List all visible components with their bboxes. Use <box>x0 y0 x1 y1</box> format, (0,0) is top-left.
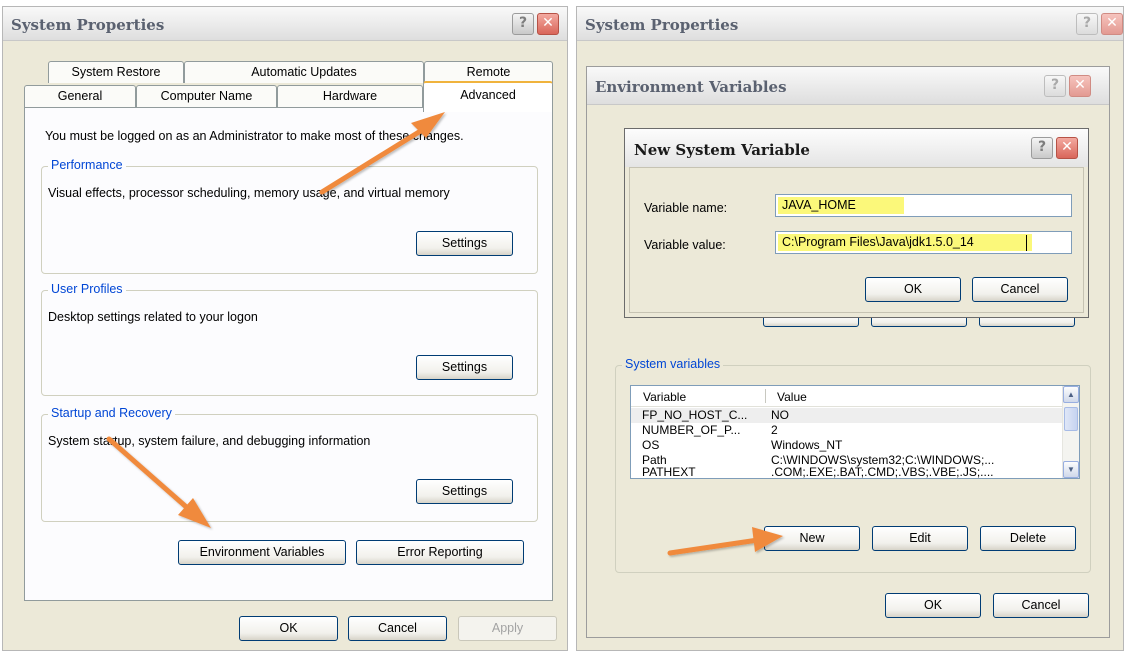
column-divider <box>765 389 766 403</box>
system-properties-window: System Properties ? ✕ System Restore Aut… <box>2 6 568 651</box>
startup-recovery-group: Startup and Recovery System startup, sys… <box>41 406 538 522</box>
list-item[interactable]: PATHEXT .COM;.EXE;.BAT;.CMD;.VBS;.VBE;.J… <box>631 467 1062 478</box>
close-icon[interactable]: ✕ <box>1101 13 1123 35</box>
ok-button[interactable]: OK <box>239 616 338 641</box>
title-bar-bg: System Properties ? ✕ <box>577 7 1123 41</box>
new-var-title-bar: New System Variable ? ✕ <box>625 129 1088 167</box>
tab-system-restore[interactable]: System Restore <box>48 61 184 83</box>
system-variables-label: System variables <box>622 357 724 371</box>
vertical-scrollbar[interactable]: ▲ ▼ <box>1062 386 1079 478</box>
startup-recovery-settings-button[interactable]: Settings <box>416 479 513 504</box>
error-reporting-button[interactable]: Error Reporting <box>356 540 524 565</box>
tab-hardware[interactable]: Hardware <box>277 85 423 107</box>
environment-variables-button[interactable]: Environment Variables <box>178 540 346 565</box>
variable-name-value: JAVA_HOME <box>778 197 904 214</box>
list-item[interactable]: FP_NO_HOST_C... NO <box>631 408 1062 423</box>
performance-settings-button[interactable]: Settings <box>416 231 513 256</box>
system-variables-group: System variables Variable Value FP_NO_HO… <box>615 357 1091 573</box>
new-var-dialog-title: New System Variable <box>634 141 810 159</box>
help-icon[interactable]: ? <box>1031 137 1053 159</box>
list-header: Variable Value <box>631 386 1062 407</box>
list-item[interactable]: OS Windows_NT <box>631 438 1062 453</box>
env-dialog-title: Environment Variables <box>595 78 787 96</box>
new-var-cancel-button[interactable]: Cancel <box>972 277 1068 302</box>
advanced-tab-panel: You must be logged on as an Administrato… <box>24 107 553 601</box>
cancel-button[interactable]: Cancel <box>348 616 447 641</box>
apply-button[interactable]: Apply <box>458 616 557 641</box>
tab-general[interactable]: General <box>24 85 136 107</box>
env-ok-button[interactable]: OK <box>885 593 981 618</box>
user-profiles-group: User Profiles Desktop settings related t… <box>41 282 538 396</box>
tab-remote[interactable]: Remote <box>424 61 553 83</box>
tab-advanced[interactable]: Advanced <box>423 81 553 112</box>
list-item[interactable]: Path C:\WINDOWS\system32;C:\WINDOWS;... <box>631 453 1062 468</box>
close-icon[interactable]: ✕ <box>1056 137 1078 159</box>
user-profiles-description: Desktop settings related to your logon <box>48 310 258 324</box>
scroll-thumb[interactable] <box>1064 407 1078 431</box>
tab-automatic-updates[interactable]: Automatic Updates <box>184 61 424 83</box>
env-title-bar: Environment Variables ? ✕ <box>587 67 1109 105</box>
close-icon[interactable]: ✕ <box>537 13 559 35</box>
new-variable-button[interactable]: New <box>764 526 860 551</box>
performance-description: Visual effects, processor scheduling, me… <box>48 186 450 200</box>
window-title-bg: System Properties <box>585 16 739 34</box>
performance-group: Performance Visual effects, processor sc… <box>41 158 538 274</box>
variable-name-field[interactable]: JAVA_HOME <box>775 194 1072 217</box>
column-value[interactable]: Value <box>777 390 807 404</box>
new-var-ok-button[interactable]: OK <box>865 277 961 302</box>
column-variable[interactable]: Variable <box>643 390 686 404</box>
user-profiles-label: User Profiles <box>48 282 126 296</box>
delete-variable-button[interactable]: Delete <box>980 526 1076 551</box>
tab-computer-name[interactable]: Computer Name <box>136 85 277 107</box>
help-icon[interactable]: ? <box>1044 75 1066 97</box>
close-icon[interactable]: ✕ <box>1069 75 1091 97</box>
variable-value-label: Variable value: <box>644 238 726 252</box>
variable-name-label: Variable name: <box>644 201 728 215</box>
list-item[interactable]: NUMBER_OF_P... 2 <box>631 423 1062 438</box>
help-icon[interactable]: ? <box>512 13 534 35</box>
title-bar: System Properties ? ✕ <box>3 7 567 41</box>
help-icon[interactable]: ? <box>1076 13 1098 35</box>
system-variables-list[interactable]: Variable Value FP_NO_HOST_C... NO NUMBER… <box>630 385 1080 479</box>
variable-value-value: C:\Program Files\Java\jdk1.5.0_14 <box>778 234 1032 251</box>
admin-notice: You must be logged on as an Administrato… <box>45 129 464 143</box>
scroll-down-icon[interactable]: ▼ <box>1063 461 1079 478</box>
variable-value-field[interactable]: C:\Program Files\Java\jdk1.5.0_14 <box>775 231 1072 254</box>
startup-recovery-description: System startup, system failure, and debu… <box>48 434 371 448</box>
env-cancel-button[interactable]: Cancel <box>993 593 1089 618</box>
startup-recovery-label: Startup and Recovery <box>48 406 175 420</box>
scroll-up-icon[interactable]: ▲ <box>1063 386 1079 403</box>
user-profiles-settings-button[interactable]: Settings <box>416 355 513 380</box>
new-system-variable-dialog: New System Variable ? ✕ Variable name: J… <box>624 128 1089 318</box>
window-title: System Properties <box>11 16 165 34</box>
edit-variable-button[interactable]: Edit <box>872 526 968 551</box>
text-cursor <box>1026 235 1027 251</box>
performance-label: Performance <box>48 158 126 172</box>
